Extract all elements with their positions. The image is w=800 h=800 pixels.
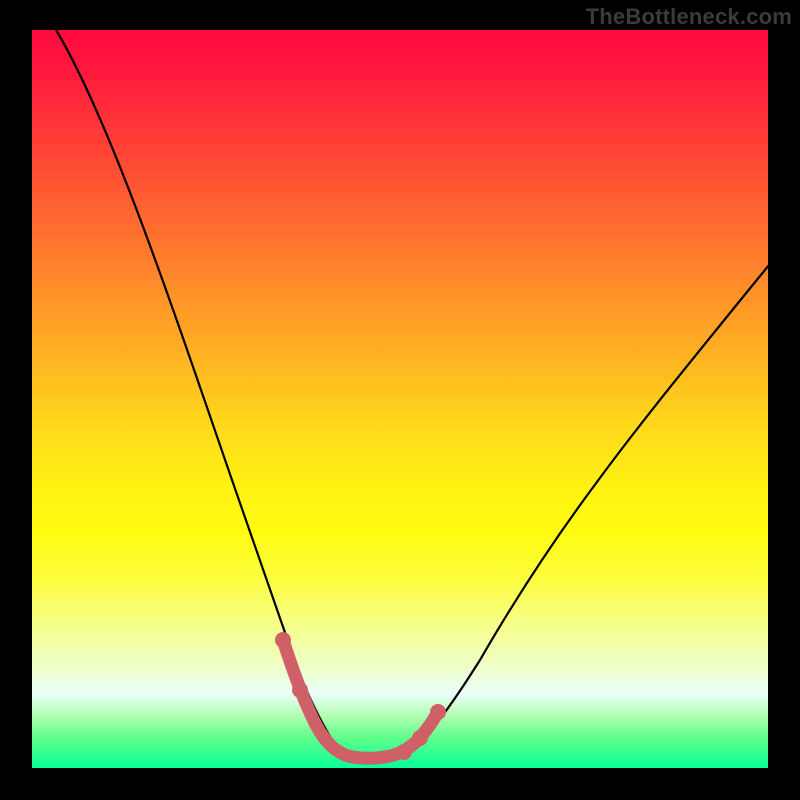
gradient-plot-area — [32, 30, 768, 768]
chart-canvas: TheBottleneck.com TheBottleneck.com — [0, 0, 800, 800]
watermark-text-overlay: TheBottleneck.com — [586, 4, 792, 30]
frame-right — [768, 0, 800, 800]
frame-bottom — [0, 768, 800, 800]
frame-left — [0, 0, 32, 800]
